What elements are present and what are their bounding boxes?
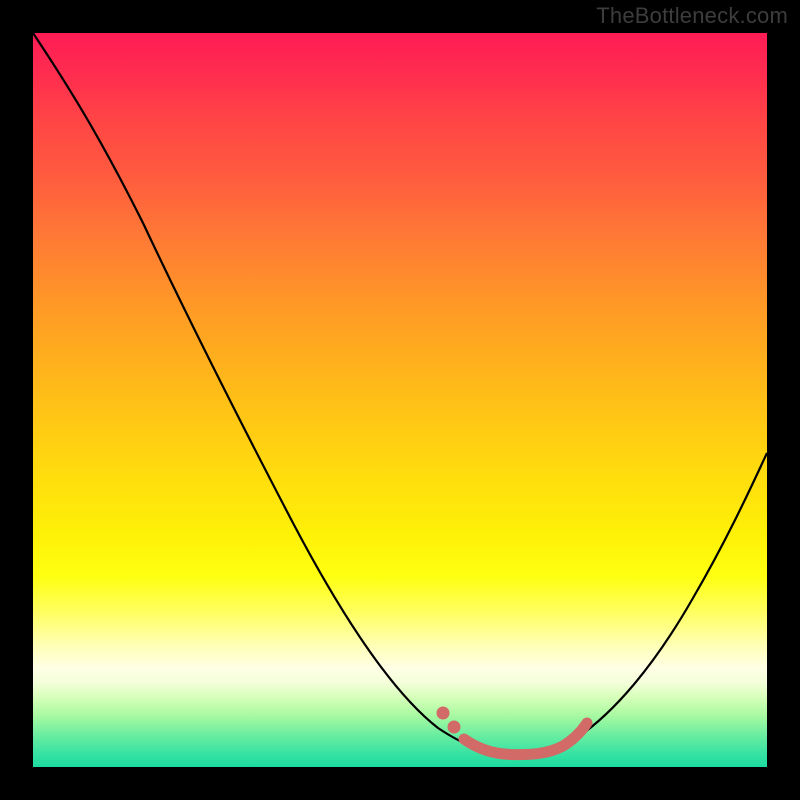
chart-frame: TheBottleneck.com: [0, 0, 800, 800]
curve-svg: [33, 33, 767, 767]
optimal-zone-line: [464, 723, 587, 755]
curve-right-branch: [513, 453, 767, 755]
plot-area: [33, 33, 767, 767]
optimal-dot-1: [437, 707, 450, 720]
optimal-dot-2: [448, 721, 461, 734]
curve-left-branch: [33, 33, 513, 755]
watermark-text: TheBottleneck.com: [596, 3, 788, 29]
